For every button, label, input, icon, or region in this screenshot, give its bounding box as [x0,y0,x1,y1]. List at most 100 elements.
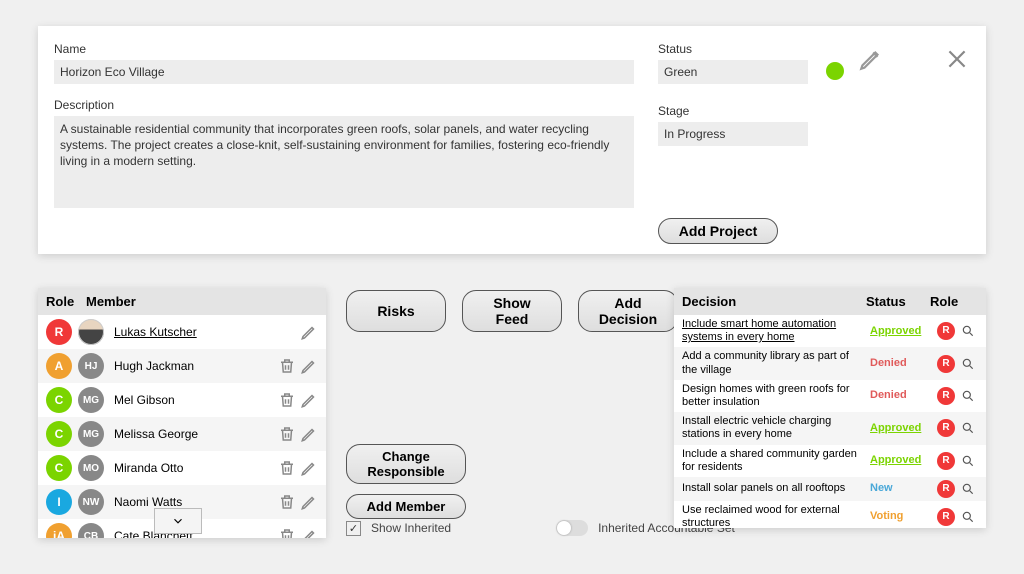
decision-name: Include a shared community garden for re… [682,448,870,474]
decision-role: R [934,480,958,498]
decision-name: Use reclaimed wood for external structur… [682,504,870,530]
member-row[interactable]: CMGMel Gibson [38,383,326,417]
name-label: Name [54,42,634,56]
close-icon[interactable] [944,46,970,72]
add-project-button[interactable]: Add Project [658,218,778,244]
trash-icon[interactable] [278,391,296,409]
avatar-initials: HJ [78,353,104,379]
description-label: Description [54,98,634,112]
avatar-initials: CB [78,523,104,538]
edit-icon[interactable] [300,493,318,511]
edit-icon[interactable] [858,46,884,72]
trash-icon[interactable] [278,425,296,443]
member-row[interactable]: CMOMiranda Otto [38,451,326,485]
decision-status: Denied [870,389,934,402]
avatar-initials: NW [78,489,104,515]
edit-icon[interactable] [300,425,318,443]
member-name: Hugh Jackman [114,359,274,373]
avatar-initials: MO [78,455,104,481]
dropdown-chevron[interactable] [154,508,202,534]
edit-icon[interactable] [300,357,318,375]
show-inherited-checkbox[interactable]: ✓ [346,521,361,536]
status-input[interactable] [658,60,808,84]
stage-input[interactable] [658,122,808,146]
decision-name: Add a community library as part of the v… [682,350,870,376]
decision-role: R [934,452,958,470]
decisions-body: Include smart home automation systems in… [674,315,986,533]
decision-role: R [934,322,958,340]
status-label: Status [658,42,808,56]
trash-icon[interactable] [278,493,296,511]
col-status-header: Status [866,294,930,309]
decision-role: R [934,355,958,373]
member-name: Lukas Kutscher [114,325,274,339]
add-decision-button[interactable]: Add Decision [578,290,678,332]
magnify-icon[interactable] [958,357,978,371]
decision-status: New [870,482,934,495]
decision-row[interactable]: Use reclaimed wood for external structur… [674,501,986,533]
col-role-header: Role [46,294,86,309]
member-name: Mel Gibson [114,393,274,407]
col-role-header: Role [930,294,978,309]
decision-name: Install electric vehicle charging statio… [682,415,870,441]
avatar-initials: MG [78,421,104,447]
magnify-icon[interactable] [958,389,978,403]
decision-status: Approved [870,422,934,435]
inherited-accountable-toggle[interactable] [556,520,588,536]
status-indicator-dot [826,62,844,80]
decision-role: R [934,508,958,526]
trash-icon[interactable] [278,357,296,375]
role-badge: A [46,353,72,379]
magnify-icon[interactable] [958,482,978,496]
member-row[interactable]: AHJ Hugh Jackman [38,349,326,383]
role-badge: I [46,489,72,515]
decision-row[interactable]: Install solar panels on all rooftopsNewR [674,477,986,501]
members-header: Role Member [38,288,326,315]
decisions-panel: Decision Status Role Include smart home … [674,288,986,528]
decision-row[interactable]: Include a shared community garden for re… [674,445,986,477]
decision-status: Approved [870,454,934,467]
risks-button[interactable]: Risks [346,290,446,332]
avatar-image [78,319,104,345]
decision-status: Approved [870,325,934,338]
mid-button-row: Risks Show Feed Add Decision [346,290,678,332]
trash-icon[interactable] [278,459,296,477]
edit-icon[interactable] [300,459,318,477]
description-input[interactable] [54,116,634,208]
decision-row[interactable]: Install electric vehicle charging statio… [674,412,986,444]
decision-row[interactable]: Design homes with green roofs for better… [674,380,986,412]
decision-row[interactable]: Add a community library as part of the v… [674,347,986,379]
name-input[interactable] [54,60,634,84]
project-detail-card: Name Description Status Stage Add Projec… [38,26,986,254]
magnify-icon[interactable] [958,421,978,435]
edit-icon[interactable] [300,323,318,341]
magnify-icon[interactable] [958,324,978,338]
decision-role: R [934,387,958,405]
stage-label: Stage [658,104,808,118]
edit-icon[interactable] [300,527,318,538]
magnify-icon[interactable] [958,510,978,524]
members-body: RLukas KutscherAHJHugh JackmanCMGMel Gib… [38,315,326,538]
change-responsible-button[interactable]: Change Responsible [346,444,466,484]
edit-icon[interactable] [300,391,318,409]
decision-name: Design homes with green roofs for better… [682,383,870,409]
avatar-initials: MG [78,387,104,413]
decision-status: Voting [870,510,934,523]
magnify-icon[interactable] [958,454,978,468]
decision-row[interactable]: Include smart home automation systems in… [674,315,986,347]
show-inherited-label: Show Inherited [371,521,451,535]
decision-role: R [934,419,958,437]
role-badge: iA [46,523,72,538]
member-name: Naomi Watts [114,495,274,509]
add-member-button[interactable]: Add Member [346,494,466,519]
decisions-header: Decision Status Role [674,288,986,315]
member-row[interactable]: RLukas Kutscher [38,315,326,349]
decision-status: Denied [870,357,934,370]
trash-icon[interactable] [278,527,296,538]
member-row[interactable]: CMGMelissa George [38,417,326,451]
mid-lower-buttons: Change Responsible Add Member [346,444,466,519]
members-panel: Role Member RLukas Kutscher AHJ Hugh Jackm… [38,288,326,538]
role-badge: C [46,455,72,481]
decision-name: Install solar panels on all rooftops [682,482,870,495]
show-feed-button[interactable]: Show Feed [462,290,562,332]
